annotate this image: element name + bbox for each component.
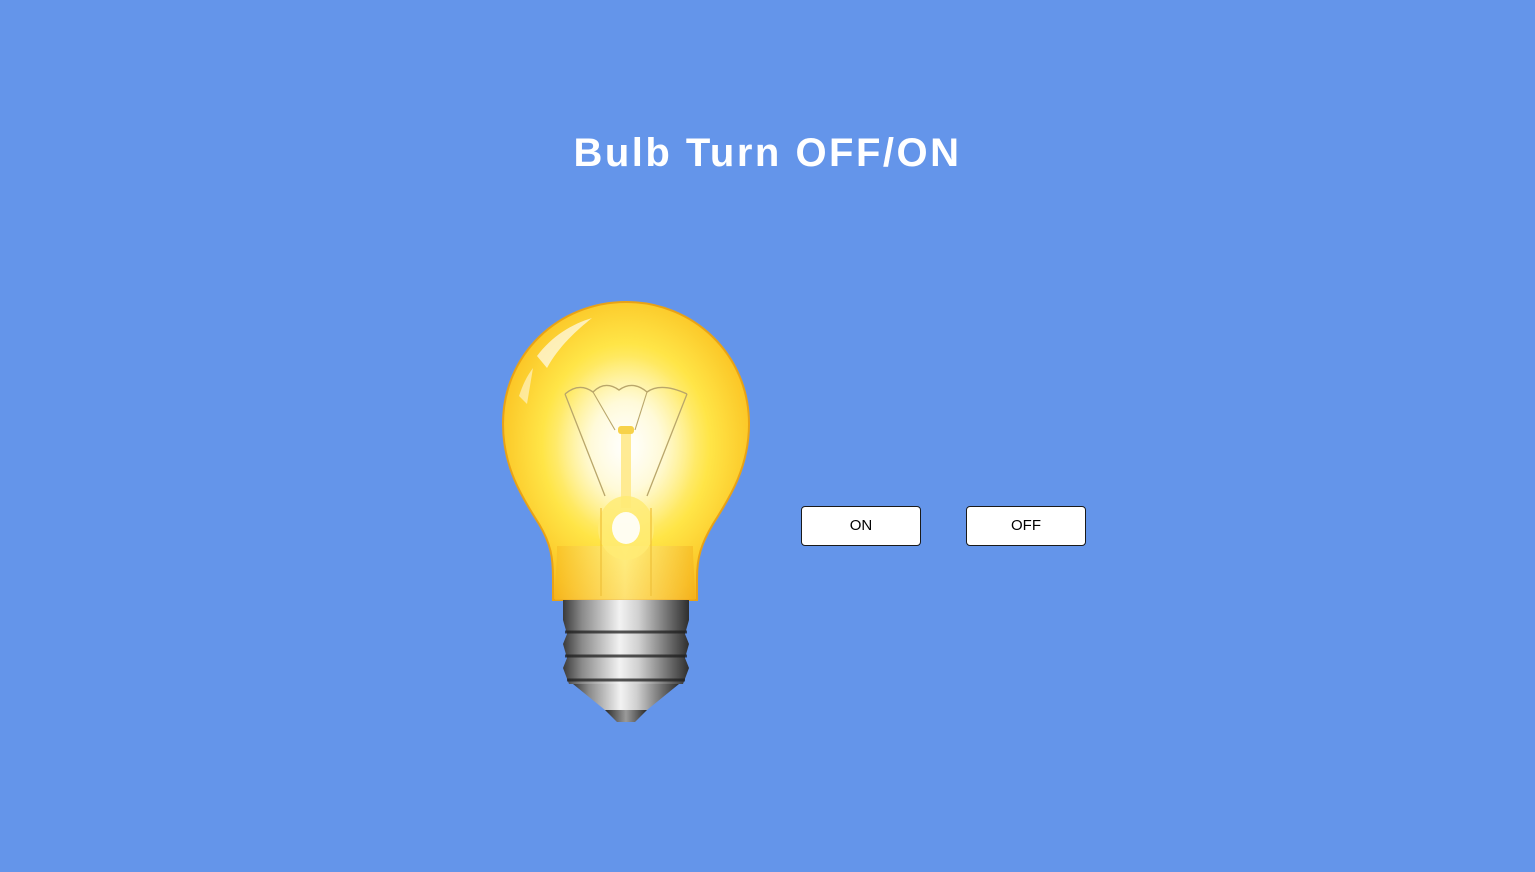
off-button[interactable]: OFF [966, 506, 1086, 546]
light-bulb-icon [501, 300, 751, 722]
page-title: Bulb Turn OFF/ON [573, 131, 962, 175]
light-bulb-image [497, 296, 755, 728]
on-button[interactable]: ON [801, 506, 921, 546]
